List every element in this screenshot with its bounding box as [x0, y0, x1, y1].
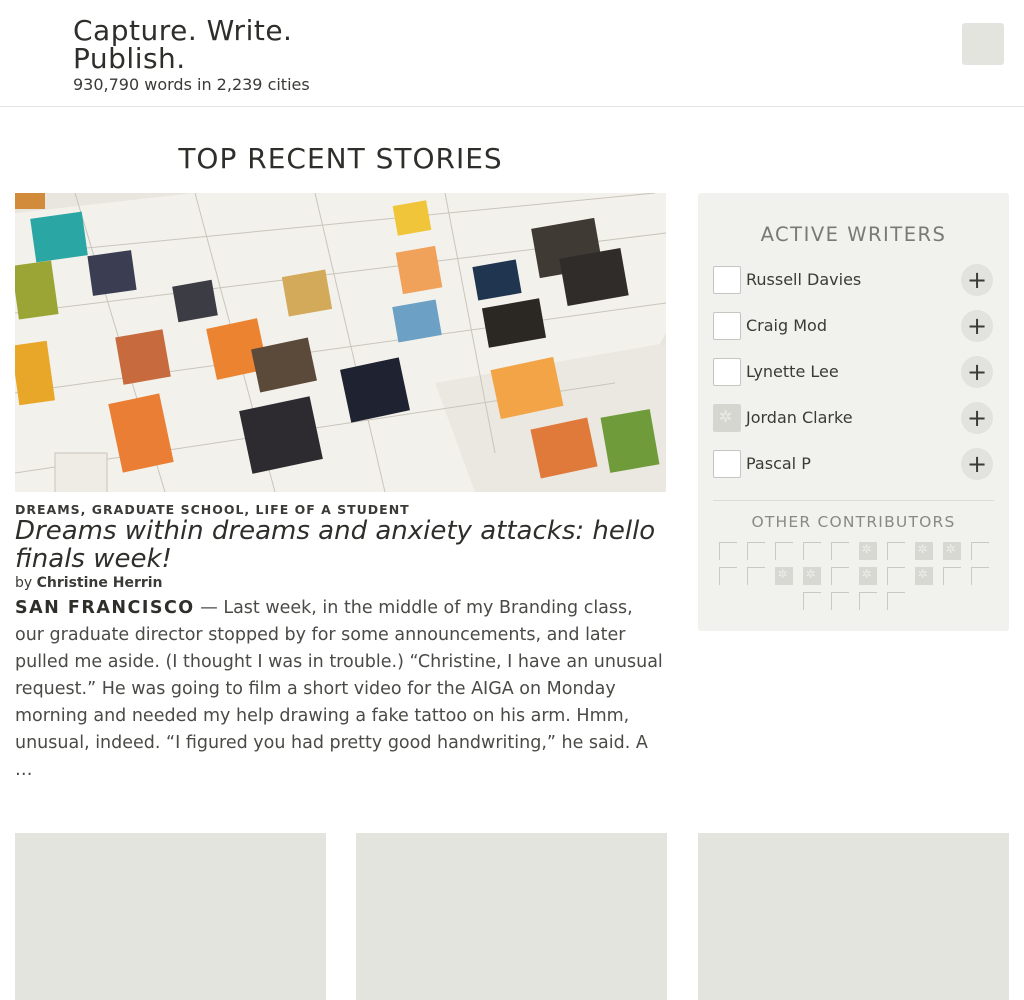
story-author[interactable]: Christine Herrin — [37, 575, 163, 591]
other-contributors-heading: OTHER CONTRIBUTORS — [751, 513, 956, 531]
writer-row[interactable]: Russell Davies + — [713, 264, 994, 296]
contributor-avatar[interactable] — [802, 542, 821, 560]
writer-name[interactable]: Craig Mod — [746, 316, 827, 336]
story-card[interactable] — [356, 833, 667, 1000]
feature-image[interactable] — [15, 193, 666, 492]
writer-name[interactable]: Pascal P — [746, 454, 811, 474]
site-header: Capture. Write. Publish. 930,790 words i… — [0, 0, 1024, 107]
story-byline: by Christine Herrin — [15, 575, 163, 592]
follow-button[interactable]: + — [961, 356, 993, 388]
plus-icon: + — [966, 358, 988, 386]
sidebar-divider — [713, 500, 994, 501]
contributor-avatar[interactable] — [802, 567, 821, 585]
avatar[interactable] — [713, 450, 741, 478]
writer-name[interactable]: Jordan Clarke — [746, 408, 853, 428]
contributor-avatar[interactable] — [858, 592, 877, 610]
active-writers-heading: ACTIVE WRITERS — [760, 223, 947, 246]
plus-icon: + — [966, 450, 988, 478]
contributor-avatar[interactable] — [718, 567, 737, 585]
contributor-avatar[interactable] — [914, 542, 933, 560]
story-excerpt: SAN FRANCISCO — Last week, in the middle… — [15, 595, 666, 784]
contributor-avatar[interactable] — [802, 592, 821, 610]
contributor-avatar[interactable] — [858, 567, 877, 585]
contributor-avatar[interactable] — [970, 542, 989, 560]
contributor-avatar[interactable] — [942, 567, 961, 585]
plus-icon: + — [966, 266, 988, 294]
plus-icon: + — [966, 312, 988, 340]
contributor-avatar[interactable] — [886, 592, 905, 610]
writer-row[interactable]: Craig Mod + — [713, 310, 994, 342]
writer-row[interactable]: Pascal P + — [713, 448, 994, 480]
plus-icon: + — [966, 404, 988, 432]
contributor-avatar[interactable] — [830, 542, 849, 560]
story-excerpt-text: — Last week, in the middle of my Brandin… — [15, 598, 663, 780]
contributor-avatar[interactable] — [830, 567, 849, 585]
contributor-avatar[interactable] — [830, 592, 849, 610]
follow-button[interactable]: + — [961, 310, 993, 342]
story-dateline: SAN FRANCISCO — [15, 598, 195, 618]
story-title[interactable]: Dreams within dreams and anxiety attacks… — [15, 517, 666, 573]
active-writers-panel: ACTIVE WRITERS Russell Davies + Craig Mo… — [698, 193, 1009, 631]
contributor-avatar[interactable] — [886, 542, 905, 560]
contributor-avatar[interactable] — [942, 542, 961, 560]
story-card[interactable] — [698, 833, 1009, 1000]
contributor-avatar[interactable] — [746, 567, 765, 585]
story-card[interactable] — [15, 833, 326, 1000]
avatar[interactable] — [713, 266, 741, 294]
writer-row[interactable]: Jordan Clarke + — [713, 402, 994, 434]
follow-button[interactable]: + — [961, 402, 993, 434]
contributor-avatar[interactable] — [718, 542, 737, 560]
contributor-avatar[interactable] — [970, 567, 989, 585]
contributor-avatar[interactable] — [774, 542, 793, 560]
site-stats: 930,790 words in 2,239 cities — [73, 75, 310, 94]
avatar[interactable] — [713, 358, 741, 386]
contributor-avatar[interactable] — [914, 567, 933, 585]
section-heading: TOP RECENT STORIES — [178, 142, 503, 175]
story-tags[interactable]: DREAMS, GRADUATE SCHOOL, LIFE OF A STUDE… — [15, 502, 410, 517]
contributor-avatar[interactable] — [886, 567, 905, 585]
byline-prefix: by — [15, 575, 33, 591]
follow-button[interactable]: + — [961, 448, 993, 480]
writer-name[interactable]: Lynette Lee — [746, 362, 839, 382]
writer-row[interactable]: Lynette Lee + — [713, 356, 994, 388]
avatar[interactable] — [713, 312, 741, 340]
follow-button[interactable]: + — [961, 264, 993, 296]
menu-button[interactable] — [962, 23, 1004, 65]
contributor-avatar[interactable] — [774, 567, 793, 585]
contributor-avatar[interactable] — [858, 542, 877, 560]
site-title[interactable]: Capture. Write. Publish. — [73, 17, 373, 73]
avatar[interactable] — [713, 404, 741, 432]
contributor-avatar[interactable] — [746, 542, 765, 560]
writer-name[interactable]: Russell Davies — [746, 270, 861, 290]
